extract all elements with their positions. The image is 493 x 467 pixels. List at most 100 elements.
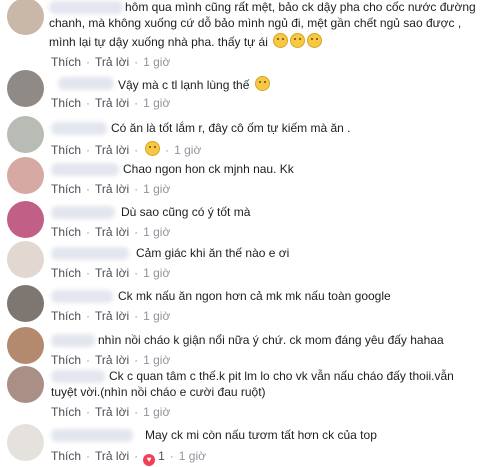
reply-link[interactable]: Trả lời	[95, 309, 129, 323]
comment-text: mình lại tự dậy xuống nhà pha. thấy tự á…	[49, 33, 323, 50]
like-link[interactable]: Thích	[51, 449, 81, 463]
comment-actions: Thích · Trả lời · 1 giờ	[51, 309, 170, 323]
comment-actions: Thích · Trả lời · 1 giờ	[51, 96, 170, 110]
sad-face-icon	[145, 141, 161, 156]
like-link[interactable]: Thích	[51, 96, 81, 110]
timestamp[interactable]: 1 giờ	[143, 55, 170, 69]
commenter-name[interactable]	[49, 1, 123, 14]
comment-text: Ck mk nấu ăn ngon hơn cả mk mk nấu toàn …	[118, 289, 391, 303]
separator: ·	[134, 225, 139, 239]
avatar[interactable]	[7, 424, 44, 461]
confused-face-icon	[307, 33, 323, 48]
comment-actions: Thích · Trả lời · 1 giờ	[51, 182, 170, 196]
commenter-name[interactable]	[51, 370, 105, 383]
comment-text: tuyệt vời.(nhìn nồi cháo e cười đau ruột…	[51, 385, 266, 399]
timestamp[interactable]: 1 giờ	[143, 96, 170, 110]
comment-actions: Thích · Trả lời · 1 giờ	[51, 405, 170, 419]
separator: ·	[86, 143, 91, 157]
separator: ·	[86, 55, 91, 69]
avatar[interactable]	[7, 201, 44, 238]
comment-actions: Thích · Trả lời · · 1 giờ	[51, 141, 201, 157]
separator: ·	[86, 309, 91, 323]
avatar[interactable]	[7, 241, 44, 278]
reply-link[interactable]: Trả lời	[95, 182, 129, 196]
avatar[interactable]	[7, 0, 44, 35]
separator: ·	[134, 55, 139, 69]
reaction-count[interactable]: 1	[158, 449, 165, 463]
avatar[interactable]	[7, 327, 44, 364]
separator: ·	[134, 96, 139, 110]
separator: ·	[86, 405, 91, 419]
timestamp[interactable]: 1 giờ	[143, 182, 170, 196]
reply-link[interactable]: Trả lời	[95, 405, 129, 419]
comment-actions: Thích · Trả lời · ♥ 1 · 1 giờ	[51, 449, 206, 466]
comment-actions: Thích · Trả lời · 1 giờ	[51, 55, 170, 69]
like-link[interactable]: Thích	[51, 225, 81, 239]
separator: ·	[134, 449, 139, 463]
reply-link[interactable]: Trả lời	[95, 266, 129, 280]
heart-icon[interactable]: ♥	[143, 454, 156, 466]
like-link[interactable]: Thích	[51, 309, 81, 323]
avatar[interactable]	[7, 70, 44, 107]
like-link[interactable]: Thích	[51, 55, 81, 69]
grimace-face-icon	[254, 76, 270, 91]
separator: ·	[86, 182, 91, 196]
avatar[interactable]	[7, 157, 44, 194]
commenter-name[interactable]	[51, 247, 129, 260]
reply-link[interactable]: Trả lời	[95, 143, 129, 157]
comment-text: Dù sao cũng có ý tốt mà	[121, 205, 251, 219]
timestamp[interactable]: 1 giờ	[143, 309, 170, 323]
separator: ·	[86, 96, 91, 110]
commenter-name[interactable]	[51, 290, 113, 303]
comment-text: Cảm giác khi ăn thế nào e ơi	[136, 246, 290, 260]
like-link[interactable]: Thích	[51, 143, 81, 157]
comment-text: May ck mi còn nấu tươm tất hơn ck của to…	[145, 428, 377, 442]
commenter-name[interactable]	[51, 122, 107, 135]
separator: ·	[86, 225, 91, 239]
separator: ·	[86, 266, 91, 280]
avatar[interactable]	[7, 366, 44, 403]
reply-link[interactable]: Trả lời	[95, 353, 129, 367]
timestamp[interactable]: 1 giờ	[143, 266, 170, 280]
comment-text: chanh, mà không xuống cứ dỗ bảo mình ngủ…	[49, 16, 462, 30]
comment-text: Chao ngon hon ck mjnh nau. Kk	[123, 162, 294, 176]
avatar[interactable]	[7, 116, 44, 153]
reply-link[interactable]: Trả lời	[95, 225, 129, 239]
commenter-name[interactable]	[51, 334, 95, 347]
separator: ·	[165, 143, 170, 157]
separator: ·	[86, 449, 91, 463]
separator: ·	[134, 266, 139, 280]
reply-link[interactable]: Trả lời	[95, 96, 129, 110]
like-link[interactable]: Thích	[51, 353, 81, 367]
commenter-name[interactable]	[58, 77, 114, 90]
comment-actions: Thích · Trả lời · 1 giờ	[51, 225, 170, 239]
reply-link[interactable]: Trả lời	[95, 449, 129, 463]
reply-link[interactable]: Trả lời	[95, 55, 129, 69]
commenter-name[interactable]	[51, 429, 133, 442]
like-link[interactable]: Thích	[51, 182, 81, 196]
separator: ·	[134, 143, 139, 157]
commenter-name[interactable]	[51, 206, 115, 219]
comment-text: Có ăn là tốt lắm r, đây cô ốm tự kiếm mà…	[111, 121, 351, 135]
avatar[interactable]	[7, 285, 44, 322]
comment-text: Vậy mà c tl lạnh lùng thế	[118, 76, 270, 93]
separator: ·	[134, 405, 139, 419]
separator: ·	[134, 182, 139, 196]
comment-text: hôm qua mình cũng rất mệt, bảo ck dậy ph…	[125, 0, 476, 14]
timestamp[interactable]: 1 giờ	[143, 353, 170, 367]
separator: ·	[86, 353, 91, 367]
like-link[interactable]: Thích	[51, 266, 81, 280]
comment-text: nhìn nồi cháo k giận nổi nữa ý chứ. ck m…	[98, 333, 444, 347]
comment-actions: Thích · Trả lời · 1 giờ	[51, 353, 170, 367]
comment-text: Ck c quan tâm c thế.k pit lm lo cho vk v…	[109, 369, 454, 383]
comment-actions: Thích · Trả lời · 1 giờ	[51, 266, 170, 280]
separator: ·	[169, 449, 174, 463]
commenter-name[interactable]	[51, 163, 119, 176]
timestamp[interactable]: 1 giờ	[143, 405, 170, 419]
timestamp[interactable]: 1 giờ	[179, 449, 206, 463]
like-link[interactable]: Thích	[51, 405, 81, 419]
confused-face-icon	[290, 33, 306, 48]
confused-face-icon	[273, 33, 289, 48]
timestamp[interactable]: 1 giờ	[143, 225, 170, 239]
timestamp[interactable]: 1 giờ	[174, 143, 201, 157]
